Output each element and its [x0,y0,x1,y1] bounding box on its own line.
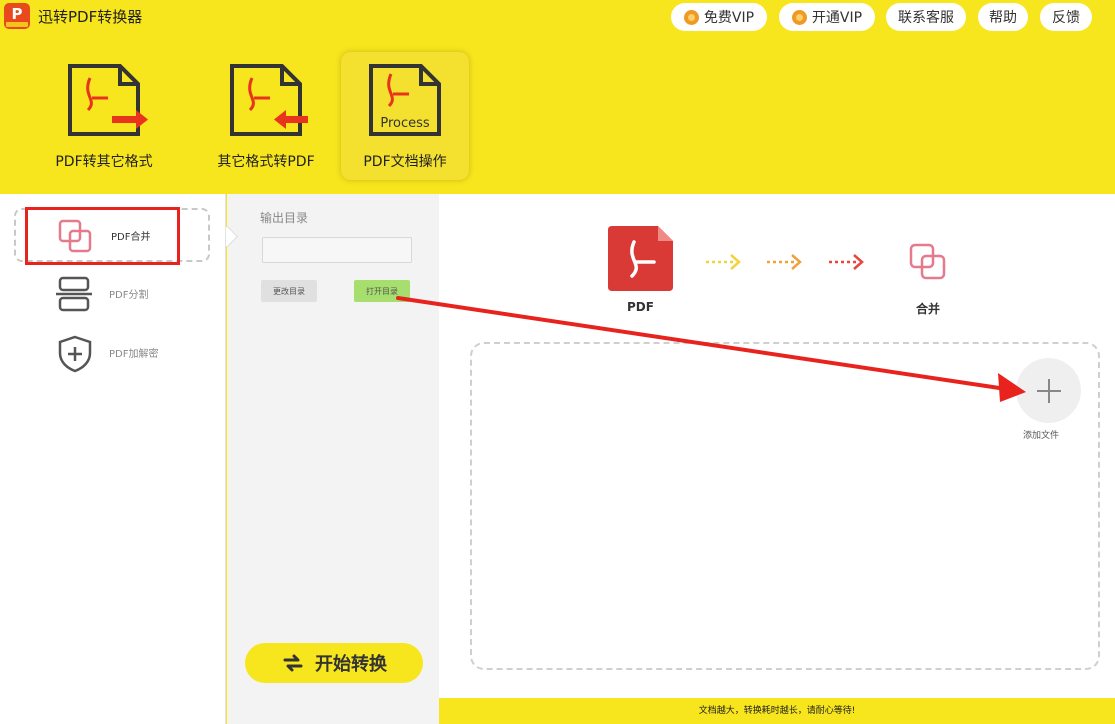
nav-item-pdf-encrypt[interactable]: PDF加解密 [14,327,210,381]
merge-icon [58,219,92,253]
shield-icon [58,335,92,373]
flow-source-label: PDF [627,300,654,314]
app-title: 迅转PDF转换器 [38,8,143,26]
tool-other-to-pdf[interactable]: 其它格式转PDF [202,52,330,180]
help-button[interactable]: 帮助 [978,3,1028,31]
refresh-icon [283,654,303,672]
start-convert-button[interactable]: 开始转换 [245,643,423,683]
pdf-export-icon [68,64,148,136]
file-drop-zone[interactable] [470,342,1100,670]
tool-label: 其它格式转PDF [217,154,315,170]
feedback-button[interactable]: 反馈 [1040,3,1092,31]
vip-coin-icon [791,9,807,25]
vip-coin-icon [683,9,699,25]
output-dir-input[interactable] [262,237,412,263]
main-toolbar: PDF转其它格式 其它格式转PDF Process PDF文档操作 [0,38,1115,194]
pdf-import-icon [230,64,308,136]
pdf-file-icon [608,226,673,291]
add-file-label: 添加文件 [1022,431,1059,441]
free-vip-button[interactable]: 免费VIP [671,3,767,31]
flow-arrow-icon [767,254,802,270]
change-dir-button[interactable]: 更改目录 [261,280,317,302]
output-dir-label: 输出目录 [260,211,309,225]
tool-label: PDF文档操作 [363,154,447,170]
add-file-button[interactable] [1016,358,1081,423]
flow-arrow-icon [829,254,864,270]
nav-item-label: PDF合并 [111,232,151,243]
flow-arrow-icon [706,254,741,270]
contact-support-button[interactable]: 联系客服 [886,3,966,31]
panel-pointer [226,226,240,250]
plus-icon [1036,378,1061,403]
merge-target-icon [909,243,946,280]
split-icon [56,276,92,312]
nav-item-pdf-split[interactable]: PDF分割 [14,268,210,322]
tool-pdf-operations[interactable]: Process PDF文档操作 [341,52,469,180]
open-vip-button[interactable]: 开通VIP [779,3,875,31]
tool-label: PDF转其它格式 [55,154,153,170]
nav-item-pdf-merge[interactable]: PDF合并 [14,208,210,262]
nav-item-label: PDF加解密 [109,349,159,360]
open-dir-button[interactable]: 打开目录 [354,280,410,302]
left-nav: PDF合并 PDF分割 PDF加解密 [0,194,226,724]
title-bar: P 迅转PDF转换器 免费VIP 开通VIP 联系客服 帮助 反馈 [0,0,1115,38]
flow-target-label: 合并 [915,302,940,316]
status-bar: 文档越大，转换耗时越长，请耐心等待! [439,698,1115,724]
svg-text:Process: Process [380,116,430,131]
nav-item-label: PDF分割 [109,290,149,301]
pdf-process-icon: Process [369,64,441,136]
tool-pdf-to-other[interactable]: PDF转其它格式 [40,52,168,180]
app-logo-icon: P [4,3,30,29]
